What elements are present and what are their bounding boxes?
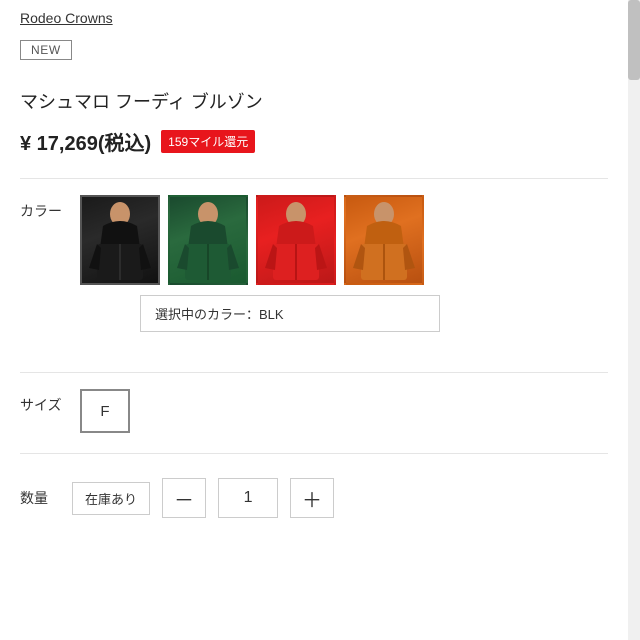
price-row: ¥ 17,269(税込) 159マイル還元 <box>20 127 608 156</box>
selected-color-container: 選択中のカラー：BLK <box>80 295 608 352</box>
jacket-shape-blk <box>82 197 158 283</box>
color-swatch-red[interactable] <box>256 195 336 285</box>
mile-back-badge: 159マイル還元 <box>161 130 255 153</box>
size-options: F <box>80 389 130 433</box>
product-title: マシュマロ フーディ ブルゾン <box>20 90 608 115</box>
jacket-shape-orn <box>346 197 422 283</box>
scrollbar-track <box>628 0 640 640</box>
divider-1 <box>20 178 608 179</box>
color-swatch-grn[interactable] <box>168 195 248 285</box>
jacket-shape-grn <box>170 197 246 283</box>
quantity-section: 数量 在庫あり － 1 ＋ <box>20 478 608 518</box>
jacket-shape-red <box>258 197 334 283</box>
product-price: ¥ 17,269(税込) <box>20 127 151 156</box>
size-section: サイズ F <box>20 389 608 433</box>
divider-2 <box>20 372 608 373</box>
divider-3 <box>20 453 608 454</box>
selected-color-prefix: 選択中のカラー： <box>155 307 259 322</box>
new-badge: NEW <box>20 40 72 60</box>
size-label: サイズ <box>20 389 80 415</box>
color-section: カラー <box>20 195 608 285</box>
brand-link[interactable]: Rodeo Crowns <box>20 10 113 26</box>
color-label: カラー <box>20 195 80 221</box>
size-option-f[interactable]: F <box>80 389 130 433</box>
quantity-plus-button[interactable]: ＋ <box>290 478 334 518</box>
jacket-svg-orn <box>349 198 419 283</box>
selected-color-box: 選択中のカラー：BLK <box>140 295 440 332</box>
jacket-svg-grn <box>173 198 243 283</box>
color-swatch-blk[interactable] <box>80 195 160 285</box>
color-swatch-orn[interactable] <box>344 195 424 285</box>
jacket-svg-red <box>261 198 331 283</box>
quantity-minus-button[interactable]: － <box>162 478 206 518</box>
quantity-label: 数量 <box>20 488 60 508</box>
product-page: Rodeo Crowns NEW マシュマロ フーディ ブルゾン ¥ 17,26… <box>0 0 640 640</box>
color-swatches <box>80 195 424 285</box>
stock-badge: 在庫あり <box>72 482 150 515</box>
selected-color-value: BLK <box>259 307 284 322</box>
quantity-display: 1 <box>218 478 278 518</box>
jacket-svg-blk <box>85 198 155 283</box>
scrollbar-thumb[interactable] <box>628 0 640 80</box>
